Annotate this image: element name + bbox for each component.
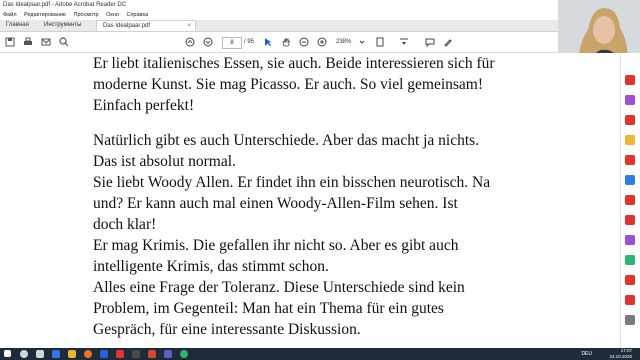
text-line: Er liebt italienisches Essen, sie auch. … (93, 55, 495, 72)
text-line: Er mag Krimis. Die gefallen ihr nicht so… (93, 237, 459, 254)
menu-file[interactable]: Файл (3, 12, 17, 18)
email-icon[interactable] (40, 36, 52, 48)
menu-edit[interactable]: Редактирование (24, 12, 66, 18)
teams-icon[interactable] (164, 350, 172, 358)
tab-tools[interactable]: Инструменты (38, 20, 96, 31)
app-icon[interactable] (132, 350, 140, 358)
zoom-in-icon[interactable] (316, 36, 328, 48)
text-line: intelligente Krimis, das stimmt schon. (93, 258, 329, 275)
page-number-input[interactable]: 8 (222, 37, 242, 49)
file-explorer-icon[interactable] (68, 350, 76, 358)
document-viewport[interactable]: Er liebt italienisches Essen, sie auch. … (0, 53, 620, 348)
combine-files-icon[interactable] (625, 155, 635, 165)
menu-window[interactable]: Окно (106, 12, 119, 18)
start-icon[interactable] (4, 350, 11, 357)
protect-icon[interactable] (625, 215, 635, 225)
print-icon[interactable] (22, 36, 34, 48)
menu-view[interactable]: Просмотр (74, 12, 99, 18)
redact-icon[interactable] (625, 195, 635, 205)
create-pdf-icon[interactable] (625, 95, 635, 105)
prepare-form-icon[interactable] (625, 235, 635, 245)
text-line: Das ist absolut normal. (93, 153, 236, 170)
document-text: Er liebt italienisches Essen, sie auch. … (93, 53, 613, 340)
task-view-icon[interactable] (36, 350, 44, 358)
more-tools-icon[interactable] (625, 295, 635, 305)
export-pdf-icon[interactable] (625, 75, 635, 85)
pen-icon[interactable] (442, 36, 454, 48)
clock-date: 24.10.2020 (609, 354, 632, 359)
tab-bar: Главная Инструменты Das Idealpaar.pdf × (0, 20, 640, 32)
save-icon[interactable] (4, 36, 16, 48)
text-line: Einfach perfekt! (93, 97, 195, 114)
text-line: und? Er kann auch mal einen Woody-Allen-… (93, 195, 458, 212)
right-tools-sidebar (620, 53, 640, 348)
menu-bar: Файл Редактирование Просмотр Окно Справк… (0, 10, 640, 20)
text-line: moderne Kunst. Sie mag Picasso. Er auch.… (93, 76, 484, 93)
text-line: Problem, im Gegenteil: Man hat ein Thema… (93, 300, 444, 317)
tab-document[interactable]: Das Idealpaar.pdf × (96, 20, 196, 31)
send-for-signature-icon[interactable] (625, 275, 635, 285)
page-up-icon[interactable] (184, 36, 196, 48)
title-bar: Das Idealpaar.pdf - Adobe Acrobat Reader… (0, 0, 640, 10)
text-line (93, 116, 613, 130)
chevron-down-icon[interactable] (356, 36, 368, 48)
tab-document-label: Das Idealpaar.pdf (103, 23, 151, 29)
zoom-level[interactable]: 238% (336, 37, 356, 47)
hand-tool-icon[interactable] (280, 36, 292, 48)
search-icon[interactable] (58, 36, 70, 48)
window-title: Das Idealpaar.pdf - Adobe Acrobat Reader… (3, 2, 127, 8)
page-total: / 95 (244, 39, 255, 45)
text-line: doch klar! (93, 216, 157, 233)
firefox-icon[interactable] (84, 350, 92, 358)
comment-icon[interactable] (424, 36, 436, 48)
comment-tool-icon[interactable] (625, 135, 635, 145)
fill-sign-icon[interactable] (625, 255, 635, 265)
text-line: Natürlich gibt es auch Unterschiede. Abe… (93, 132, 480, 149)
text-line: Gespräch, für eine interessante Diskussi… (93, 321, 361, 338)
close-tab-icon[interactable]: × (187, 21, 191, 32)
organize-pages-icon[interactable] (625, 175, 635, 185)
clock[interactable]: 17:07 24.10.2020 (609, 348, 632, 360)
fit-page-icon[interactable] (374, 36, 386, 48)
scroll-mode-icon[interactable] (398, 36, 410, 48)
taskbar: DEU 17:07 24.10.2020 (0, 348, 640, 360)
language-indicator[interactable]: DEU (581, 351, 592, 357)
select-cursor-icon[interactable] (262, 36, 274, 48)
acrobat-icon[interactable] (116, 350, 124, 358)
toolbar: 8 / 95 238% (0, 32, 640, 53)
word-icon[interactable] (100, 350, 108, 358)
powerpoint-icon[interactable] (148, 350, 156, 358)
chrome-icon[interactable] (180, 350, 188, 358)
page-down-icon[interactable] (202, 36, 214, 48)
text-line: Alles eine Frage der Toleranz. Diese Unt… (93, 279, 465, 296)
edit-pdf-icon[interactable] (625, 115, 635, 125)
text-line: Sie liebt Woody Allen. Er findet ihn ein… (93, 174, 491, 191)
menu-help[interactable]: Справка (126, 12, 148, 18)
search-taskbar-icon[interactable] (20, 350, 28, 358)
settings-icon[interactable] (625, 315, 635, 325)
edge-icon[interactable] (52, 350, 60, 358)
zoom-out-icon[interactable] (298, 36, 310, 48)
